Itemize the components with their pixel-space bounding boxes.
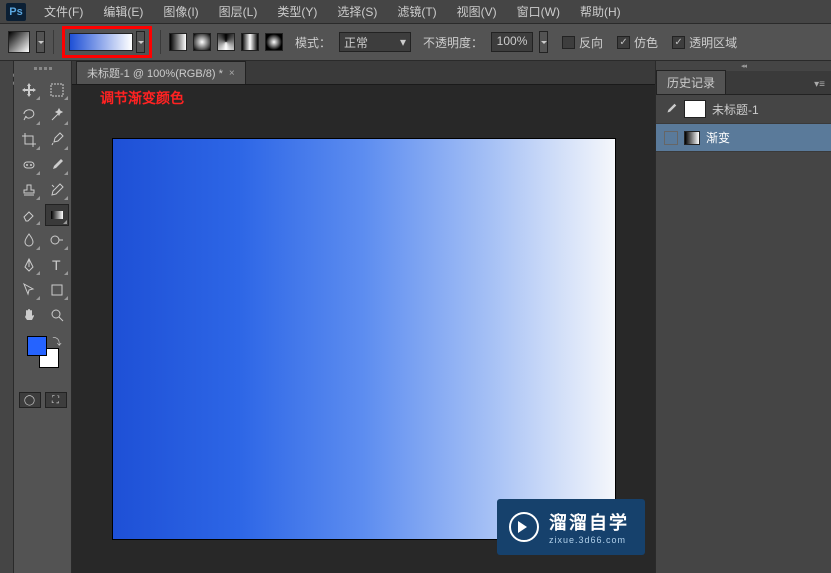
document-canvas[interactable]: [113, 139, 615, 539]
healing-tool[interactable]: [17, 154, 41, 176]
gradient-angle-icon[interactable]: [217, 33, 235, 51]
reverse-checkbox[interactable]: 反向: [562, 34, 603, 51]
step-box-icon: [664, 131, 678, 145]
move-tool[interactable]: [17, 79, 41, 101]
separator: [53, 30, 54, 54]
document-tab-bar: 未标题-1 @ 100%(RGB/8) * ×: [72, 61, 655, 85]
menu-layer[interactable]: 图层(L): [209, 1, 268, 22]
eyedropper-tool[interactable]: [45, 129, 69, 151]
mode-select[interactable]: 正常 ▾: [339, 32, 411, 52]
gradient-radial-icon[interactable]: [193, 33, 211, 51]
menu-edit[interactable]: 编辑(E): [93, 1, 153, 22]
hand-tool[interactable]: [17, 304, 41, 326]
expand-icon: [2, 65, 11, 75]
menu-help[interactable]: 帮助(H): [570, 1, 631, 22]
watermark: 溜溜自学 zixue.3d66.com: [497, 499, 645, 555]
main-area: T ⤵ ◯ ⛶ 未标题-1 @ 100%(RGB/8) * × 调节渐变颜色: [0, 61, 831, 573]
document-tab-title: 未标题-1 @ 100%(RGB/8) *: [87, 65, 223, 81]
lasso-tool[interactable]: [17, 104, 41, 126]
eraser-tool[interactable]: [17, 204, 41, 226]
opacity-label: 不透明度：: [423, 34, 483, 51]
menu-bar: Ps 文件(F) 编辑(E) 图像(I) 图层(L) 类型(Y) 选择(S) 滤…: [0, 0, 831, 24]
left-dock-strip[interactable]: [0, 61, 14, 573]
toolbox: T ⤵ ◯ ⛶: [14, 61, 72, 573]
annotation-text: 调节渐变颜色: [100, 88, 184, 108]
gradient-diamond-icon[interactable]: [265, 33, 283, 51]
menu-file[interactable]: 文件(F): [34, 1, 93, 22]
panel-grip-icon[interactable]: [28, 67, 58, 75]
gradient-reflected-icon[interactable]: [241, 33, 259, 51]
gradient-linear-icon[interactable]: [169, 33, 187, 51]
stamp-tool[interactable]: [17, 179, 41, 201]
menu-select[interactable]: 选择(S): [327, 1, 387, 22]
gradient-swatch[interactable]: [69, 33, 133, 51]
crop-tool[interactable]: [17, 129, 41, 151]
document-tab[interactable]: 未标题-1 @ 100%(RGB/8) * ×: [76, 61, 246, 84]
history-item-label: 渐变: [706, 129, 730, 146]
history-snapshot[interactable]: 未标题-1: [656, 95, 831, 124]
checked-icon: [617, 36, 630, 49]
watermark-sub: zixue.3d66.com: [549, 535, 629, 545]
gradient-tool[interactable]: [45, 204, 69, 226]
svg-text:T: T: [52, 257, 61, 273]
reverse-label: 反向: [579, 34, 603, 51]
blur-tool[interactable]: [17, 229, 41, 251]
shape-tool[interactable]: [45, 279, 69, 301]
options-bar: 模式： 正常 ▾ 不透明度： 100% 反向 仿色 透明区域: [0, 24, 831, 61]
close-icon[interactable]: ×: [229, 68, 235, 79]
menu-filter[interactable]: 滤镜(T): [387, 1, 446, 22]
watermark-title: 溜溜自学: [549, 509, 629, 535]
color-swatches[interactable]: ⤵: [27, 336, 59, 368]
thumbnail-icon: [684, 100, 706, 118]
dither-checkbox[interactable]: 仿色: [617, 34, 658, 51]
gradient-dropdown[interactable]: [136, 31, 145, 53]
brush-tool[interactable]: [45, 154, 69, 176]
opacity-input[interactable]: 100%: [491, 32, 533, 52]
path-select-tool[interactable]: [17, 279, 41, 301]
history-item-label: 未标题-1: [712, 101, 759, 118]
transparency-label: 透明区域: [689, 34, 737, 51]
dither-label: 仿色: [634, 34, 658, 51]
opacity-dropdown[interactable]: [539, 31, 548, 53]
history-step[interactable]: 渐变: [656, 124, 831, 152]
history-brush-tool[interactable]: [45, 179, 69, 201]
marquee-tool[interactable]: [45, 79, 69, 101]
tool-preset-icon[interactable]: [8, 31, 30, 53]
panel-tab-row: 历史记录 ▾≡: [656, 71, 831, 95]
screen-mode-icon[interactable]: ⛶: [45, 392, 67, 408]
right-panel: 历史记录 ▾≡ 未标题-1 渐变: [655, 61, 831, 573]
menu-type[interactable]: 类型(Y): [267, 1, 327, 22]
dodge-tool[interactable]: [45, 229, 69, 251]
separator: [160, 30, 161, 54]
mode-value: 正常: [344, 34, 368, 51]
swap-colors-icon[interactable]: ⤵: [52, 335, 61, 348]
unchecked-icon: [562, 36, 575, 49]
gradient-picker-highlight: [62, 26, 152, 58]
tool-preset-dropdown[interactable]: [36, 31, 45, 53]
mode-label: 模式：: [295, 34, 331, 51]
workspace: 未标题-1 @ 100%(RGB/8) * × 调节渐变颜色 溜溜自学 zixu…: [72, 61, 655, 573]
transparency-checkbox[interactable]: 透明区域: [672, 34, 737, 51]
app-logo-icon: Ps: [6, 3, 26, 21]
menu-image[interactable]: 图像(I): [153, 1, 208, 22]
quick-mask-icon[interactable]: ◯: [19, 392, 41, 408]
pen-tool[interactable]: [17, 254, 41, 276]
panel-menu-icon[interactable]: ▾≡: [808, 75, 831, 94]
play-icon: [509, 512, 539, 542]
zoom-tool[interactable]: [45, 304, 69, 326]
gradient-icon: [684, 131, 700, 145]
checked-icon: [672, 36, 685, 49]
foreground-color[interactable]: [27, 336, 47, 356]
brush-icon: [664, 102, 678, 116]
type-tool[interactable]: T: [45, 254, 69, 276]
menu-view[interactable]: 视图(V): [447, 1, 507, 22]
history-tab[interactable]: 历史记录: [656, 70, 726, 94]
menu-window[interactable]: 窗口(W): [507, 1, 570, 22]
magic-wand-tool[interactable]: [45, 104, 69, 126]
